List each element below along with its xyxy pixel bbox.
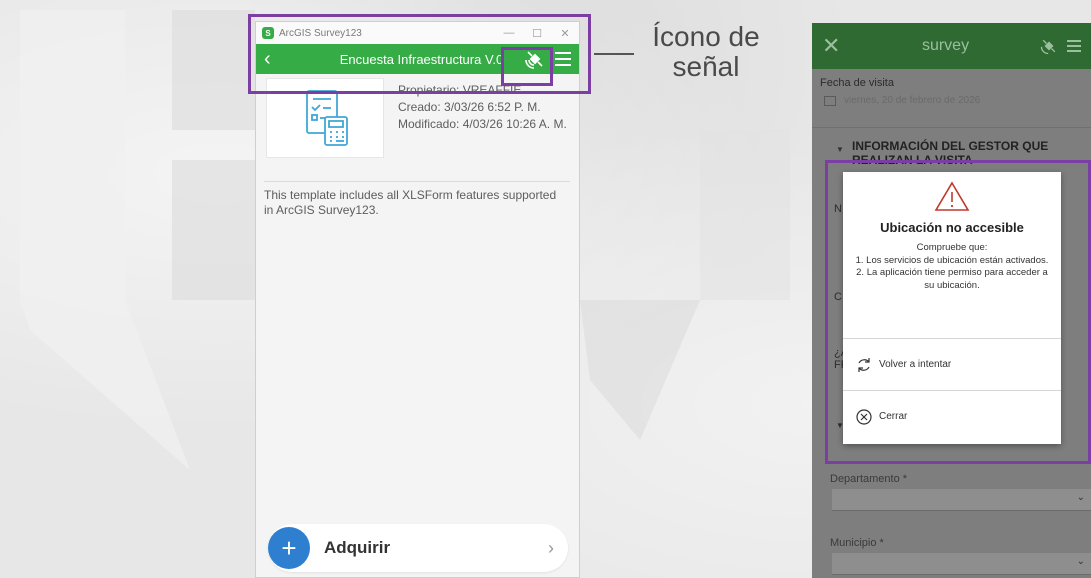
- close-window-button[interactable]: ✕: [551, 27, 579, 40]
- survey-toolbar: ‹ Encuesta Infraestructura V.0: [256, 44, 579, 74]
- back-button[interactable]: ‹: [264, 44, 286, 74]
- close-dialog-button[interactable]: Cerrar: [843, 390, 1061, 442]
- dialog-message: Compruebe que: 1. Los servicios de ubica…: [853, 242, 1051, 292]
- municipality-label: Municipio *: [830, 537, 884, 549]
- window-title: ArcGIS Survey123: [279, 27, 362, 39]
- dialog-line2: 1. Los servicios de ubicación están acti…: [855, 254, 1049, 266]
- divider: [264, 181, 570, 182]
- survey-modified: Modificado: 4/03/26 10:26 A. M.: [398, 117, 567, 131]
- close-form-button[interactable]: ✕: [822, 33, 852, 59]
- maximize-button[interactable]: ☐: [523, 27, 551, 40]
- survey-title: Encuesta Infraestructura V.0: [339, 51, 504, 67]
- calendar-icon: [824, 95, 836, 106]
- dialog-line1: Compruebe que:: [916, 242, 988, 253]
- retry-button[interactable]: Volver a intentar: [843, 338, 1061, 390]
- visit-date-label: Fecha de visita: [820, 77, 894, 89]
- close-label: Cerrar: [879, 411, 908, 422]
- close-circle-icon: [856, 408, 872, 425]
- survey-thumbnail: [266, 78, 384, 158]
- survey-description: This template includes all XLSForm featu…: [264, 188, 557, 217]
- survey123-app-icon: S: [262, 27, 274, 39]
- phone-divider: [812, 127, 1091, 128]
- callout-label: Ícono de señal: [636, 22, 776, 82]
- warning-icon: [934, 181, 970, 211]
- municipality-select[interactable]: ⌄: [832, 553, 1091, 575]
- visit-date-value: viernes, 20 de febrero de 2026: [844, 95, 981, 106]
- collapse-triangle-icon: ▼: [836, 145, 844, 154]
- acquire-label: Adquirir: [324, 538, 391, 557]
- survey-created: Creado: 3/03/26 6:52 P. M.: [398, 100, 541, 114]
- plus-icon: +: [268, 527, 310, 569]
- window-titlebar: S ArcGIS Survey123 — ☐ ✕: [256, 22, 579, 44]
- department-label: Departamento *: [830, 473, 908, 485]
- window-controls: — ☐ ✕: [495, 27, 579, 40]
- chevron-right-icon: ›: [548, 537, 554, 558]
- phone-title: survey: [921, 37, 970, 54]
- department-select[interactable]: ⌄: [832, 489, 1091, 511]
- retry-label: Volver a intentar: [879, 359, 952, 370]
- survey123-window: S ArcGIS Survey123 — ☐ ✕ ‹ Encuesta Infr…: [255, 21, 580, 578]
- hamburger-menu-icon[interactable]: [555, 52, 571, 66]
- dropdown-caret-icon: ⌄: [1076, 556, 1085, 567]
- partial-field-c: C: [834, 291, 842, 303]
- callout-connector-line: [594, 53, 634, 55]
- satellite-signal-icon-phone[interactable]: [1039, 36, 1059, 56]
- refresh-icon: [858, 357, 870, 372]
- location-error-dialog: Ubicación no accesible Compruebe que: 1.…: [843, 172, 1061, 444]
- section-title: INFORMACIÓN DEL GESTOR QUE REALIZAN LA V…: [852, 139, 1049, 167]
- partial-field-n: N: [834, 203, 842, 215]
- dropdown-caret-icon: ⌄: [1076, 492, 1085, 503]
- phone-toolbar: ✕ survey: [812, 23, 1091, 69]
- acquire-button[interactable]: + Adquirir ›: [268, 524, 568, 572]
- minimize-button[interactable]: —: [495, 27, 523, 40]
- survey-meta: Propietario: VREAFFIE Creado: 3/03/26 6:…: [398, 82, 573, 133]
- survey-card[interactable]: Propietario: VREAFFIE Creado: 3/03/26 6:…: [256, 74, 579, 164]
- form-calculator-icon: [306, 90, 348, 146]
- callout-line2: señal: [672, 51, 740, 82]
- survey-owner: Propietario: VREAFFIE: [398, 83, 522, 97]
- callout-line1: Ícono de: [652, 21, 760, 52]
- dialog-line3: 2. La aplicación tiene permiso para acce…: [856, 267, 1048, 291]
- dialog-title: Ubicación no accesible: [880, 220, 1024, 235]
- satellite-signal-icon[interactable]: [523, 47, 547, 71]
- visit-date-field[interactable]: viernes, 20 de febrero de 2026: [824, 95, 980, 106]
- section-header[interactable]: ▼ INFORMACIÓN DEL GESTOR QUE REALIZAN LA…: [822, 139, 1077, 167]
- hamburger-menu-icon-phone[interactable]: [1067, 40, 1081, 52]
